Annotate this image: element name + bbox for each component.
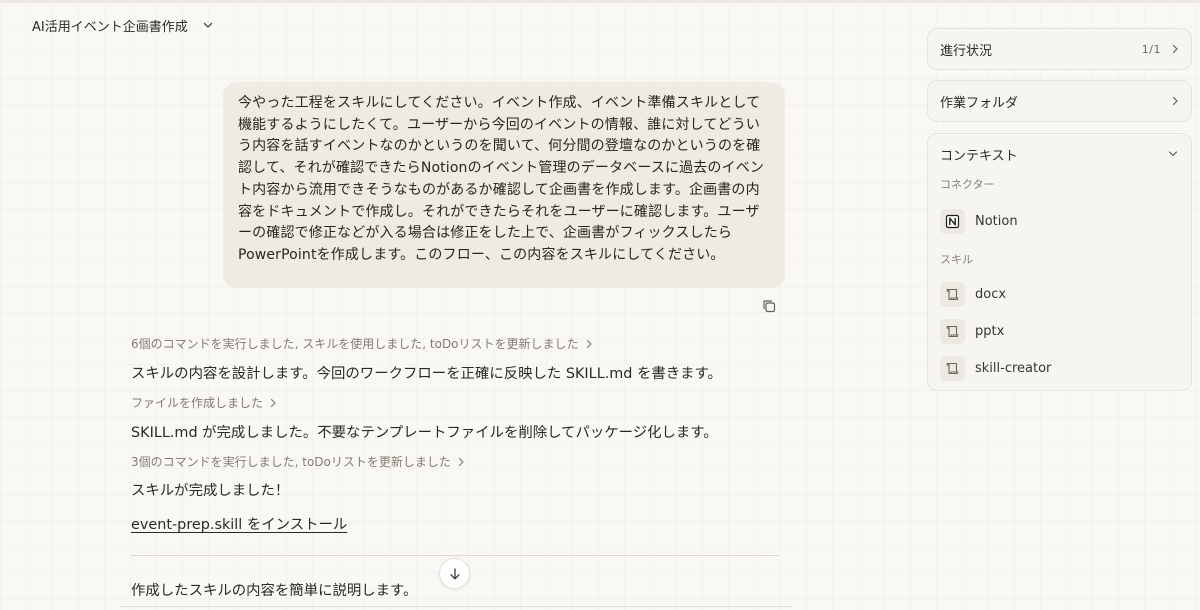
chevron-down-icon	[203, 22, 212, 28]
skill-pptx[interactable]: pptx	[928, 313, 1191, 349]
notion-icon	[940, 208, 965, 234]
assistant-text-2: SKILL.md が完成しました。不要なテンプレートファイルを削除してパッケージ…	[131, 425, 718, 441]
install-skill-link[interactable]: event-prep.skill をインストール	[131, 513, 347, 534]
progress-count: 1/1	[1141, 42, 1161, 56]
connectors-label: コネクター	[940, 178, 995, 191]
user-message: 今やった工程をスキルにしてください。イベント作成、イベント準備スキルとして機能す…	[223, 82, 785, 288]
assistant-text-1: スキルの内容を設計します。今回のワークフローを正確に反映した SKILL.md …	[131, 366, 722, 382]
tool-summary-3-label: 3個のコマンドを実行しました, toDoリストを更新しました	[131, 455, 451, 469]
connector-notion[interactable]: Notion	[928, 203, 1191, 239]
chevron-right-icon	[586, 339, 592, 348]
user-message-text: 今やった工程をスキルにしてください。イベント作成、イベント準備スキルとして機能す…	[238, 95, 765, 263]
conversation-title-menu[interactable]: AI活用イベント企画書作成	[32, 14, 214, 36]
chevron-down-icon	[1168, 151, 1178, 157]
tool-summary-2[interactable]: ファイルを作成しました	[131, 394, 277, 411]
scroll-icon	[940, 355, 965, 381]
chevron-right-icon	[270, 398, 276, 407]
top-border	[0, 0, 1200, 3]
conversation-title: AI活用イベント企画書作成	[32, 19, 188, 35]
divider	[131, 555, 779, 556]
connector-notion-label: Notion	[975, 213, 1018, 229]
chevron-right-icon	[1172, 44, 1178, 54]
assistant-text-3: スキルが完成しました！	[131, 483, 290, 499]
context-panel: コンテキスト コネクター Notion スキル docx pptx skill-…	[927, 133, 1192, 391]
work-folder-panel[interactable]: 作業フォルダ	[927, 80, 1192, 122]
skills-label: スキル	[940, 253, 973, 266]
progress-title: 進行状況	[940, 43, 993, 59]
skill-skill-creator[interactable]: skill-creator	[928, 350, 1191, 386]
tool-summary-2-label: ファイルを作成しました	[131, 396, 264, 410]
tool-summary-3[interactable]: 3個のコマンドを実行しました, toDoリストを更新しました	[131, 453, 465, 470]
tool-summary-1[interactable]: 6個のコマンドを実行しました, スキルを使用しました, toDoリストを更新しま…	[131, 335, 593, 352]
progress-panel[interactable]: 進行状況 1/1	[927, 28, 1192, 70]
skill-skill-creator-label: skill-creator	[975, 360, 1052, 376]
skill-pptx-label: pptx	[975, 323, 1005, 339]
assistant-text-4: 作成したスキルの内容を簡単に説明します。	[131, 583, 418, 599]
context-title: コンテキスト	[940, 148, 1018, 164]
context-header[interactable]: コンテキスト	[928, 134, 1191, 174]
scroll-to-bottom-button[interactable]	[439, 558, 470, 589]
work-folder-title: 作業フォルダ	[940, 95, 1019, 111]
arrow-down-icon	[449, 567, 460, 579]
skill-docx-label: docx	[975, 286, 1007, 302]
input-area-edge	[120, 606, 792, 610]
chevron-right-icon	[1172, 96, 1178, 106]
skill-docx[interactable]: docx	[928, 276, 1191, 312]
scroll-icon	[940, 318, 965, 344]
chevron-right-icon	[458, 457, 464, 466]
scroll-icon	[940, 281, 965, 307]
copy-icon[interactable]	[761, 298, 777, 314]
tool-summary-1-label: 6個のコマンドを実行しました, スキルを使用しました, toDoリストを更新しま…	[131, 337, 579, 351]
